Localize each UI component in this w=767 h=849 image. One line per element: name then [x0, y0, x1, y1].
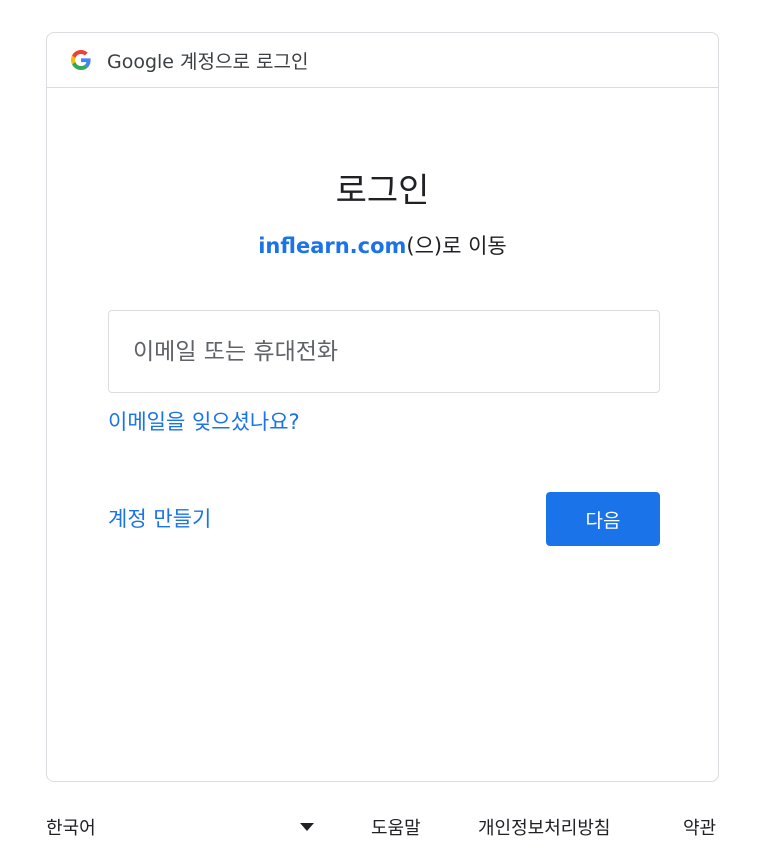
page-subtitle: inflearn.com(으)로 이동	[47, 230, 718, 260]
header-title: Google 계정으로 로그인	[107, 50, 309, 73]
footer: 한국어 도움말 개인정보처리방침 약관	[46, 814, 721, 844]
signin-card: Google 계정으로 로그인 로그인 inflearn.com(으)로 이동 …	[46, 32, 719, 782]
domain-link[interactable]: inflearn.com	[258, 234, 406, 258]
caret-down-icon	[300, 823, 314, 831]
page-title: 로그인	[335, 171, 430, 211]
language-label: 한국어	[46, 818, 96, 839]
terms-link[interactable]: 약관	[683, 814, 716, 840]
forgot-email-link[interactable]: 이메일을 잊으셨나요?	[108, 406, 300, 436]
language-select[interactable]: 한국어	[46, 814, 314, 840]
card-header: Google 계정으로 로그인	[47, 33, 718, 88]
google-g-icon	[71, 50, 91, 70]
help-link[interactable]: 도움말	[371, 814, 421, 840]
subtitle-suffix: (으)로 이동	[406, 234, 507, 258]
create-account-link[interactable]: 계정 만들기	[108, 503, 211, 533]
privacy-link[interactable]: 개인정보처리방침	[478, 814, 610, 840]
next-button[interactable]: 다음	[546, 492, 660, 546]
email-field[interactable]	[108, 310, 660, 393]
